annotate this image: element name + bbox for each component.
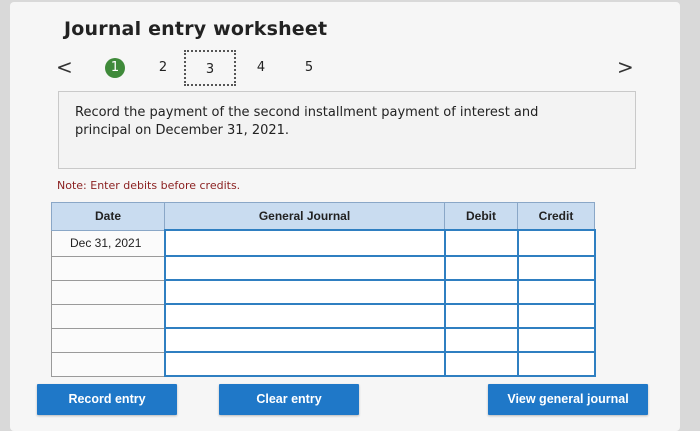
debit-input[interactable] [443,303,519,329]
step-1[interactable]: 1 [105,58,125,78]
header-debit: Debit [444,202,518,231]
table-row [51,255,596,281]
instruction-box: Record the payment of the second install… [58,91,636,169]
debit-input[interactable] [443,327,519,353]
credit-input[interactable] [516,279,596,305]
journal-table: Date General Journal Debit Credit Dec 31… [51,202,596,377]
clear-entry-button[interactable]: Clear entry [219,384,359,415]
date-cell: Dec 31, 2021 [51,229,165,257]
next-step-icon[interactable]: > [617,57,634,77]
credit-input[interactable] [516,303,596,329]
page-title: Journal entry worksheet [64,18,328,40]
header-credit: Credit [517,202,595,231]
date-cell [51,279,165,305]
table-row [51,303,596,329]
step-2[interactable]: 2 [153,58,173,78]
header-date: Date [51,202,165,231]
account-input[interactable] [163,229,446,257]
date-cell [51,255,165,281]
step-3[interactable]: 3 [184,50,236,86]
credit-input[interactable] [516,351,596,377]
debit-input[interactable] [443,279,519,305]
prev-step-icon[interactable]: < [56,57,73,77]
credit-input[interactable] [516,327,596,353]
table-header-row: Date General Journal Debit Credit [51,202,595,231]
account-input[interactable] [163,303,446,329]
header-general-journal: General Journal [164,202,445,231]
debit-input[interactable] [443,255,519,281]
date-cell [51,303,165,329]
table-row [51,351,596,377]
date-cell [51,351,165,377]
account-input[interactable] [163,351,446,377]
account-input[interactable] [163,279,446,305]
table-row [51,279,596,305]
debit-input[interactable] [443,351,519,377]
view-general-journal-button[interactable]: View general journal [488,384,648,415]
step-4[interactable]: 4 [251,58,271,78]
table-row: Dec 31, 2021 [51,229,596,257]
account-input[interactable] [163,255,446,281]
account-input[interactable] [163,327,446,353]
credit-input[interactable] [516,255,596,281]
record-entry-button[interactable]: Record entry [37,384,177,415]
credit-input[interactable] [516,229,596,257]
debit-input[interactable] [443,229,519,257]
instruction-text: Record the payment of the second install… [75,105,539,138]
note-text: Note: Enter debits before credits. [57,179,241,192]
table-row [51,327,596,353]
worksheet-panel: Journal entry worksheet < 1 2 3 4 5 > Re… [10,2,680,431]
step-5[interactable]: 5 [299,58,319,78]
date-cell [51,327,165,353]
